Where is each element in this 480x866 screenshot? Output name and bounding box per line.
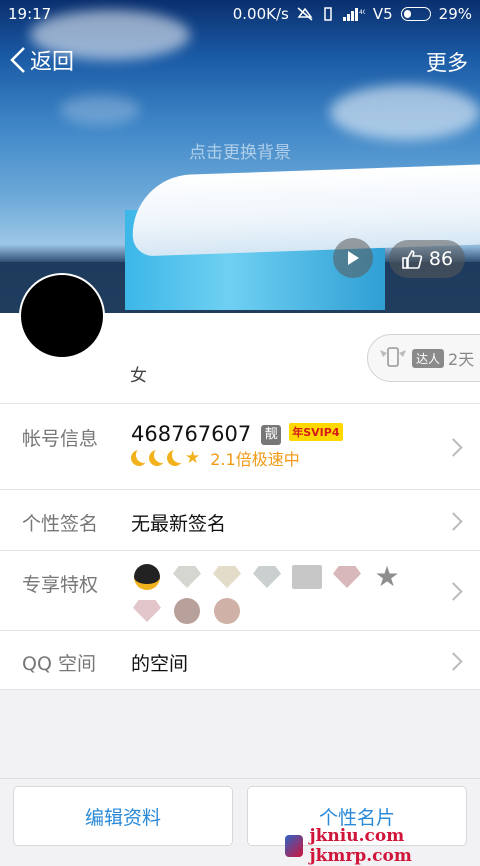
privileges-row[interactable]: 专享特权 ★ [0,550,480,630]
carrier-label: V5 [372,5,393,23]
account-number-line: 468767607 靓年SVIP4 [131,422,343,446]
talent-badge[interactable]: 达人 2天 [367,334,480,382]
liang-badge: 靓 [261,425,282,445]
signature-label: 个性签名 [22,513,99,535]
account-info-row[interactable]: 帐号信息 468767607 靓年SVIP4 ★ 2.1倍极速中 [0,403,480,489]
signature-row[interactable]: 个性签名 无最新签名 [0,489,480,550]
avatar[interactable] [19,273,105,359]
status-time: 19:17 [8,5,52,23]
level-speed-line: ★ 2.1倍极速中 [131,446,300,470]
watermark-logo-icon [285,835,304,857]
cloud [60,95,140,125]
chevron-right-icon [444,652,463,671]
account-info-label: 帐号信息 [22,428,99,450]
privilege-icons: ★ [131,563,441,625]
network-speed: 0.00K/s [232,5,289,23]
battery-percent: 29% [438,5,472,23]
like-count: 86 [428,248,454,270]
signal-icon: 4G [342,8,365,21]
diamond-icon[interactable] [211,563,243,591]
qzone-value: 的空间 [131,653,189,675]
back-button[interactable]: 返回 [10,44,74,76]
moon-icon [149,450,165,466]
play-button[interactable] [333,238,373,278]
talent-badge-label: 达人 [412,348,445,368]
play-icon [348,251,359,265]
more-button[interactable]: 更多 [426,47,468,77]
star-icon: ★ [185,448,201,468]
watermark: jkniu.com jkmrp.com [285,826,480,866]
chevron-right-icon [444,512,463,531]
change-background-hint[interactable]: 点击更换背景 [0,138,480,163]
cloud [330,85,480,140]
qzone-row[interactable]: QQ 空间 的空间 [0,630,480,690]
diamond-icon[interactable] [331,563,363,591]
checkmark-badge-icon[interactable] [171,597,203,625]
star-badge-icon[interactable]: ★ [371,563,403,591]
mute-icon [297,7,313,21]
moon-icon [131,450,147,466]
back-label: 返回 [30,50,75,75]
diamond-icon[interactable] [131,597,163,625]
thumbs-up-icon [402,250,423,269]
signature-value: 无最新签名 [131,513,227,535]
moon-icon [167,450,183,466]
watermark-text: jkniu.com jkmrp.com [309,826,412,866]
status-bar: 19:17 0.00K/s 4G V5 29% [0,0,480,28]
lightning-badge-icon[interactable] [211,597,243,625]
qq-penguin-icon[interactable] [131,563,163,591]
diamond-icon[interactable] [171,563,203,591]
winged-phone-icon [380,347,406,367]
book-icon[interactable] [291,563,323,591]
svg-text:4G: 4G [359,9,365,16]
battery-icon [400,7,431,21]
gender-label: 女 [130,366,147,386]
vibrate-icon [324,7,332,21]
chevron-right-icon [444,582,463,601]
talent-days: 2天 [448,350,475,369]
privileges-label: 专享特权 [22,574,99,596]
svip-badge: 年SVIP4 [289,423,343,441]
chevron-left-icon [10,47,25,73]
chevron-right-icon [444,438,463,457]
speed-text: 2.1倍极速中 [210,450,300,469]
like-button[interactable]: 86 [389,240,465,278]
diamond-lv-icon[interactable] [251,563,283,591]
account-number: 468767607 [131,422,252,446]
qzone-label: QQ 空间 [22,653,96,675]
edit-profile-button[interactable]: 编辑资料 [13,786,233,846]
